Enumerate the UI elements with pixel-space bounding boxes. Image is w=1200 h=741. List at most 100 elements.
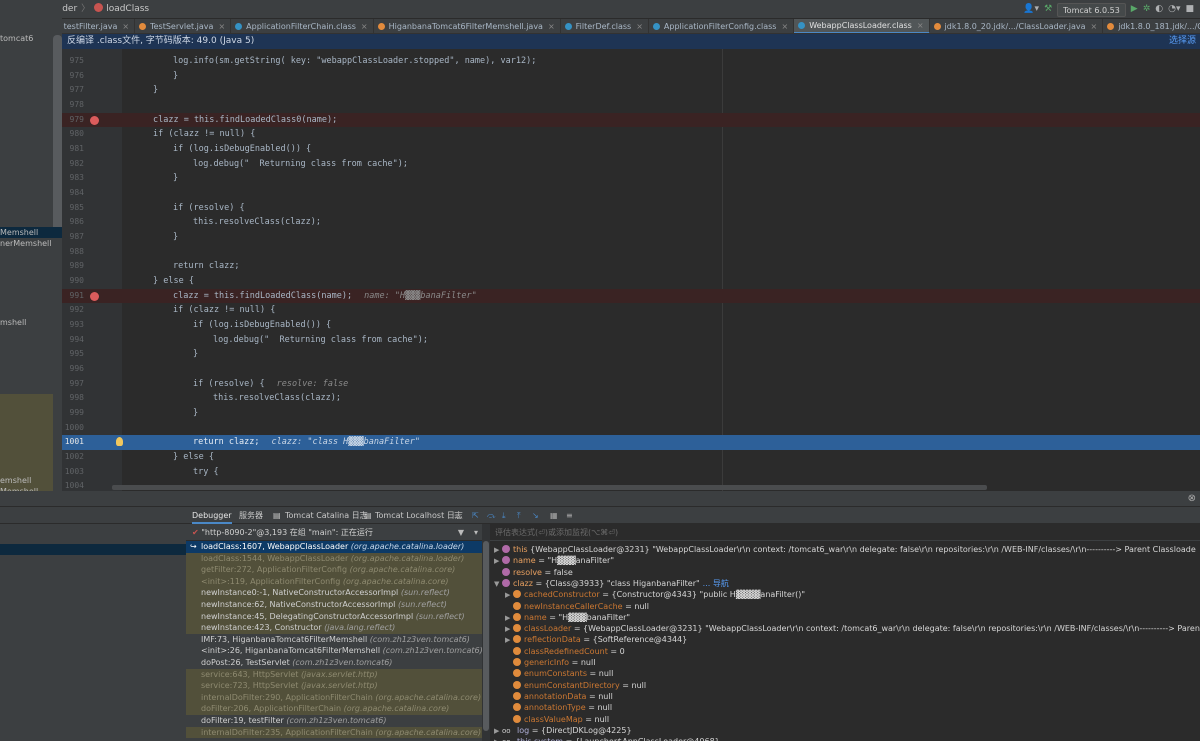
close-tab-icon[interactable]: × bbox=[122, 19, 129, 33]
stack-frame[interactable]: newInstance:62, NativeConstructorAccesso… bbox=[186, 599, 482, 611]
variable-row[interactable]: classValueMap = null bbox=[505, 714, 609, 725]
show-execution-point-icon[interactable]: ⇱ bbox=[472, 507, 479, 524]
code-line[interactable]: 998 this.resolveClass(clazz); bbox=[62, 391, 1200, 406]
code-line[interactable]: 995} bbox=[62, 347, 1200, 362]
code-line[interactable]: 988 bbox=[62, 245, 1200, 260]
frames-scrollbar[interactable] bbox=[483, 541, 489, 731]
user-icon[interactable]: 👤▾ bbox=[1023, 0, 1039, 19]
stack-frame[interactable]: <init>:26, HiganbanaTomcat6FilterMemshel… bbox=[186, 645, 482, 657]
stack-frame[interactable]: newInstance:423, Constructor (java.lang.… bbox=[186, 622, 482, 634]
project-tree-item[interactable]: tomcat6 bbox=[0, 33, 33, 44]
code-line[interactable]: 983} bbox=[62, 171, 1200, 186]
variable-row[interactable]: ▶ oo log = {DirectJDKLog@4225} bbox=[494, 725, 632, 736]
editor-horizontal-scrollbar[interactable] bbox=[112, 485, 987, 490]
stop-icon[interactable]: ■ bbox=[1185, 0, 1194, 19]
collapse-arrow-icon[interactable]: ▼ bbox=[494, 579, 502, 590]
breadcrumb-method[interactable]: loadClass bbox=[106, 4, 149, 14]
variable-row[interactable]: ▶ this {WebappClassLoader@3231} "WebappCl… bbox=[494, 544, 1196, 555]
stack-frame[interactable]: doFilter:19, testFilter (com.zh1z3ven.to… bbox=[186, 715, 482, 727]
stack-frame[interactable]: service:723, HttpServlet (javax.servlet.… bbox=[186, 680, 482, 692]
variable-row[interactable]: annotationData = null bbox=[505, 691, 613, 702]
variable-row[interactable]: newInstanceCallerCache = null bbox=[505, 601, 649, 612]
lightbulb-icon[interactable] bbox=[116, 437, 123, 447]
navigate-link[interactable]: ... 导航 bbox=[703, 579, 729, 588]
code-line[interactable]: 993 if (log.isDebugEnabled()) { bbox=[62, 318, 1200, 333]
tab-localhost-log[interactable]: Tomcat Localhost 日志 bbox=[375, 507, 463, 524]
thread-selector[interactable]: ✔ "http-8090-2"@3,193 在组 "main": 正在运行 ▼ … bbox=[186, 524, 482, 541]
filter-icon[interactable]: ▼ bbox=[458, 524, 464, 541]
code-line[interactable]: 979 clazz = this.findLoadedClass0(name); bbox=[62, 112, 1200, 128]
step-over-icon[interactable]: ⤼ bbox=[487, 507, 496, 524]
stack-frame[interactable]: ↪ loadClass:1607, WebappClassLoader (org… bbox=[186, 541, 482, 553]
code-line[interactable]: 999} bbox=[62, 406, 1200, 421]
stack-frame[interactable]: IMF:73, HiganbanaTomcat6FilterMemshell (… bbox=[186, 634, 482, 646]
variable-row[interactable]: ▶ name = "H▓▓▓banaFilter" bbox=[505, 612, 630, 623]
editor-tab[interactable]: jdk1.8.0_20.jdk/.../ClassLoader.java × bbox=[930, 19, 1104, 33]
close-tab-icon[interactable]: × bbox=[781, 19, 788, 33]
close-tab-icon[interactable]: × bbox=[548, 19, 555, 33]
stack-frame[interactable]: getFilter:272, ApplicationFilterConfig (… bbox=[186, 564, 482, 576]
project-scrollbar[interactable] bbox=[53, 35, 62, 235]
project-tree-item[interactable]: mshell bbox=[0, 317, 26, 328]
code-line[interactable]: 989 return clazz; bbox=[62, 259, 1200, 274]
variable-row[interactable]: ▼ clazz = {Class@3933} "class HiganbanaFi… bbox=[494, 578, 729, 589]
editor-tab[interactable]: TestServlet.java × bbox=[135, 19, 232, 33]
code-line[interactable]: 978 bbox=[62, 98, 1200, 113]
tab-server[interactable]: 服务器 bbox=[239, 507, 263, 524]
variable-row[interactable]: enumConstantDirectory = null bbox=[505, 680, 646, 691]
code-line[interactable]: 985 if (resolve) { bbox=[62, 201, 1200, 216]
close-tab-icon[interactable]: × bbox=[1091, 19, 1098, 33]
variable-row[interactable]: resolve = false bbox=[494, 567, 573, 578]
code-line[interactable]: 994 log.debug(" Returning class from cach… bbox=[62, 333, 1200, 348]
project-tree-item[interactable]: nerMemshell bbox=[0, 238, 52, 249]
code-line[interactable]: 996 bbox=[62, 362, 1200, 377]
editor-tab[interactable]: ApplicationFilterChain.class × bbox=[231, 19, 374, 33]
code-line[interactable]: 992 if (clazz != null) { bbox=[62, 303, 1200, 318]
code-line[interactable]: 982 log.debug(" Returning class from cach… bbox=[62, 157, 1200, 172]
tab-catalina-log[interactable]: Tomcat Catalina 日志 bbox=[285, 507, 368, 524]
stack-frame[interactable]: doPost:26, TestServlet (com.zh1z3ven.tom… bbox=[186, 657, 482, 669]
close-tab-icon[interactable]: × bbox=[361, 19, 368, 33]
variable-row[interactable]: classRedefinedCount = 0 bbox=[505, 646, 625, 657]
breakpoint-icon[interactable] bbox=[90, 291, 99, 301]
stack-frame[interactable]: service:643, HttpServlet (javax.servlet.… bbox=[186, 668, 482, 681]
code-line[interactable]: 975 log.info(sm.getString( key: "webappCl… bbox=[62, 54, 1200, 69]
evaluate-expression-input[interactable]: 评估表达式(⏎)或添加监视(⌥⌘⏎) bbox=[490, 524, 1200, 541]
code-line[interactable]: 990} else { bbox=[62, 274, 1200, 289]
stack-frame[interactable]: doFilter:206, ApplicationFilterChain (or… bbox=[186, 703, 482, 715]
close-tab-icon[interactable]: × bbox=[636, 19, 643, 33]
code-line[interactable]: 980 if (clazz != null) { bbox=[62, 127, 1200, 142]
close-panel-icon[interactable]: ⊗ bbox=[1188, 493, 1196, 504]
choose-sources-link[interactable]: 选择源 bbox=[1169, 34, 1200, 49]
editor-tab[interactable]: WebappClassLoader.class × bbox=[794, 19, 930, 33]
code-line[interactable]: 1003 try { bbox=[62, 465, 1200, 480]
code-line[interactable]: 976} bbox=[62, 69, 1200, 84]
code-line[interactable]: 986 this.resolveClass(clazz); bbox=[62, 215, 1200, 230]
code-line[interactable]: 1002} else { bbox=[62, 450, 1200, 465]
project-tree-item[interactable]: emshell bbox=[0, 475, 31, 486]
code-line[interactable]: 1001 return clazz; clazz: "class H▓▓▓banaF… bbox=[62, 435, 1200, 451]
code-line[interactable]: 977} bbox=[62, 83, 1200, 98]
step-out-icon[interactable]: ⤒ bbox=[517, 507, 521, 524]
breakpoint-icon[interactable] bbox=[90, 115, 99, 125]
variable-row[interactable]: genericInfo = null bbox=[505, 657, 595, 668]
stack-frame[interactable]: internalDoFilter:290, ApplicationFilterC… bbox=[186, 691, 482, 704]
build-hammer-icon[interactable]: ⚒ bbox=[1044, 0, 1052, 19]
stack-frame[interactable]: internalDoFilter:235, ApplicationFilterC… bbox=[186, 726, 482, 739]
menu-icon[interactable]: ☰ bbox=[454, 507, 461, 524]
variable-row[interactable]: ▶ cachedConstructor = {Constructor@4343} … bbox=[505, 589, 805, 600]
expand-arrow-icon[interactable]: ▶ bbox=[494, 737, 502, 741]
coverage-icon[interactable]: ◐ bbox=[1155, 0, 1163, 19]
editor-tab[interactable]: ApplicationFilterConfig.class × bbox=[649, 19, 795, 33]
code-line[interactable]: 984 bbox=[62, 186, 1200, 201]
variable-row[interactable]: ▶ name = "H▓▓▓anaFilter" bbox=[494, 555, 614, 566]
editor-tab[interactable]: jdk1.8.0_181.jdk/.../ClassLoader.java× bbox=[1103, 19, 1200, 33]
debug-left-selection[interactable] bbox=[0, 544, 186, 555]
project-tree-item[interactable]: Memshell bbox=[0, 227, 62, 238]
variable-row[interactable]: annotationType = null bbox=[505, 702, 612, 713]
code-line[interactable]: 991 clazz = this.findLoadedClass(name); na… bbox=[62, 288, 1200, 304]
close-tab-icon[interactable]: × bbox=[218, 19, 225, 33]
step-into-icon[interactable]: ⤓ bbox=[502, 507, 506, 524]
code-line[interactable]: 1000 bbox=[62, 421, 1200, 436]
thread-dropdown-icon[interactable]: ▾ bbox=[474, 524, 478, 541]
